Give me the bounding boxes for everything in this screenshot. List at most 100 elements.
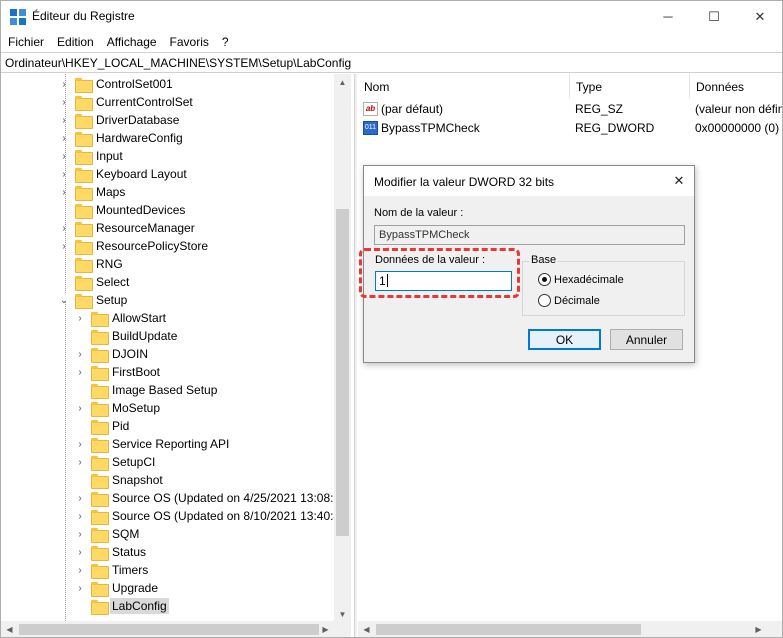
chevron-right-icon[interactable]: › <box>75 453 85 471</box>
menu-edition[interactable]: Edition <box>50 32 100 52</box>
value-type: REG_SZ <box>575 101 624 116</box>
scroll-right-icon[interactable]: ▶ <box>317 621 334 637</box>
tree-item-label: Maps <box>96 185 126 199</box>
ok-button[interactable]: OK <box>528 329 601 350</box>
tree-item[interactable]: › Source OS (Updated on 4/25/2021 13:08:1… <box>75 489 351 507</box>
tree-item[interactable]: › Input <box>59 147 125 165</box>
tree-item-label: Source OS (Updated on 8/10/2021 13:40:44… <box>112 509 351 523</box>
tree-item[interactable]: › Maps <box>59 183 127 201</box>
chevron-right-icon[interactable]: › <box>75 579 85 597</box>
tree-item[interactable]: LabConfig <box>75 597 169 615</box>
chevron-right-icon[interactable]: › <box>75 543 85 561</box>
chevron-right-icon[interactable]: › <box>59 165 69 183</box>
tree-item[interactable]: RNG <box>59 255 125 273</box>
tree-item[interactable]: MountedDevices <box>59 201 187 219</box>
close-icon: ✕ <box>754 8 766 24</box>
column-header-data[interactable]: Données <box>690 74 782 98</box>
tree-item-label: FirstBoot <box>112 365 161 379</box>
folder-icon <box>75 95 93 111</box>
tree-item[interactable]: › FirstBoot <box>75 363 162 381</box>
menu-fichier[interactable]: Fichier <box>1 32 50 52</box>
cancel-button[interactable]: Annuler <box>610 329 683 350</box>
tree-item[interactable]: › ControlSet001 <box>59 75 175 93</box>
tree-item[interactable]: Snapshot <box>75 471 165 489</box>
scroll-left-icon[interactable]: ◀ <box>358 621 375 637</box>
folder-icon <box>91 347 109 363</box>
tree-item[interactable]: › Service Reporting API <box>75 435 231 453</box>
radio-hexadecimal[interactable]: Hexadécimale <box>538 273 624 286</box>
list-row[interactable]: 011 BypassTPMCheck REG_DWORD 0x00000000 … <box>358 118 782 137</box>
menu-favoris[interactable]: Favoris <box>163 32 215 52</box>
tree-horizontal-scrollbar[interactable]: ◀ ▶ <box>1 621 351 637</box>
chevron-right-icon[interactable]: › <box>75 507 85 525</box>
tree-item[interactable]: › CurrentControlSet <box>59 93 195 111</box>
tree-item[interactable]: Pid <box>75 417 131 435</box>
tree-item[interactable]: › ResourcePolicyStore <box>59 237 210 255</box>
chevron-right-icon[interactable]: › <box>59 219 69 237</box>
tree-item[interactable]: › SetupCI <box>75 453 157 471</box>
value-type: REG_DWORD <box>575 120 655 135</box>
list-horizontal-scrollbar[interactable]: ◀ ▶ <box>358 621 782 637</box>
tree-item[interactable]: › MoSetup <box>75 399 162 417</box>
chevron-down-icon[interactable]: ⌄ <box>59 291 69 309</box>
tree-item[interactable]: Image Based Setup <box>75 381 219 399</box>
chevron-right-icon[interactable]: › <box>59 75 69 93</box>
tree-item[interactable]: › AllowStart <box>75 309 168 327</box>
chevron-right-icon[interactable]: › <box>59 93 69 111</box>
tree-item[interactable]: › ResourceManager <box>59 219 197 237</box>
scrollbar-thumb[interactable] <box>336 209 349 536</box>
chevron-right-icon[interactable]: › <box>75 489 85 507</box>
maximize-button[interactable]: ☐ <box>691 1 737 32</box>
folder-icon <box>91 599 109 615</box>
address-bar[interactable]: Ordinateur\HKEY_LOCAL_MACHINE\SYSTEM\Set… <box>1 52 782 73</box>
tree-item[interactable]: › HardwareConfig <box>59 129 185 147</box>
tree-item[interactable]: › Source OS (Updated on 8/10/2021 13:40:4… <box>75 507 351 525</box>
folder-icon <box>91 419 109 435</box>
tree-item[interactable]: › Keyboard Layout <box>59 165 189 183</box>
chevron-right-icon[interactable]: › <box>59 183 69 201</box>
menu-help[interactable]: ? <box>215 32 235 52</box>
pane-splitter[interactable] <box>354 74 357 637</box>
tree-item[interactable]: › Timers <box>75 561 150 579</box>
chevron-right-icon[interactable]: › <box>75 309 85 327</box>
registry-tree: › ControlSet001 › CurrentControlSet › DriverD… <box>1 74 351 623</box>
scroll-up-icon[interactable]: ▲ <box>334 74 351 91</box>
no-expander <box>75 417 85 435</box>
tree-item[interactable]: › DJOIN <box>75 345 150 363</box>
chevron-right-icon[interactable]: › <box>59 129 69 147</box>
tree-item-label: AllowStart <box>112 311 167 325</box>
tree-item[interactable]: › Status <box>75 543 148 561</box>
tree-item[interactable]: › DriverDatabase <box>59 111 181 129</box>
scroll-left-icon[interactable]: ◀ <box>1 621 18 637</box>
tree-item[interactable]: › SQM <box>75 525 141 543</box>
chevron-right-icon[interactable]: › <box>75 525 85 543</box>
close-button[interactable]: ✕ <box>737 1 782 32</box>
folder-icon <box>75 203 93 219</box>
tree-item[interactable]: Select <box>59 273 131 291</box>
folder-icon <box>75 167 93 183</box>
tree-item-label: Input <box>96 149 123 163</box>
column-header-name[interactable]: Nom <box>358 74 570 98</box>
chevron-right-icon[interactable]: › <box>75 363 85 381</box>
chevron-right-icon[interactable]: › <box>75 345 85 363</box>
scroll-right-icon[interactable]: ▶ <box>750 621 767 637</box>
chevron-right-icon[interactable]: › <box>75 561 85 579</box>
chevron-right-icon[interactable]: › <box>59 111 69 129</box>
radio-decimal[interactable]: Décimale <box>538 294 600 307</box>
chevron-right-icon[interactable]: › <box>59 237 69 255</box>
tree-item[interactable]: BuildUpdate <box>75 327 179 345</box>
menu-affichage[interactable]: Affichage <box>100 32 163 52</box>
scrollbar-thumb[interactable] <box>376 624 641 635</box>
tree-item[interactable]: › Upgrade <box>75 579 160 597</box>
chevron-right-icon[interactable]: › <box>59 147 69 165</box>
dialog-close-button[interactable]: ✕ <box>668 170 690 192</box>
close-icon: ✕ <box>673 173 685 188</box>
tree-vertical-scrollbar[interactable]: ▲ ▼ <box>334 74 351 623</box>
scrollbar-thumb[interactable] <box>19 624 319 635</box>
minimize-button[interactable]: ─ <box>645 1 691 32</box>
list-row[interactable]: ab (par défaut) REG_SZ (valeur non défin… <box>358 99 782 118</box>
column-header-type[interactable]: Type <box>570 74 690 98</box>
chevron-right-icon[interactable]: › <box>75 435 85 453</box>
tree-item[interactable]: ⌄ Setup <box>59 291 129 309</box>
chevron-right-icon[interactable]: › <box>75 399 85 417</box>
